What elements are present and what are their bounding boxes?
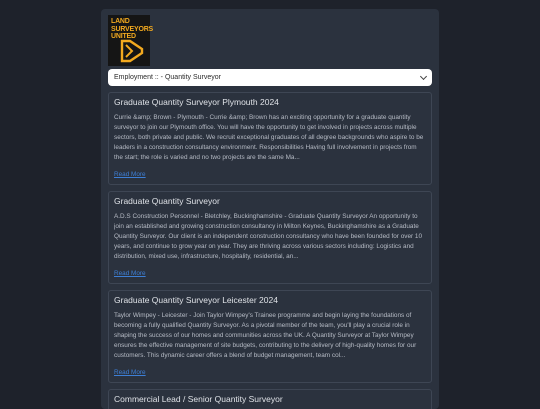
job-description: Currie &amp; Brown - Plymouth - Currie &…: [114, 114, 424, 161]
job-title[interactable]: Graduate Quantity Surveyor Leicester 202…: [114, 295, 426, 305]
chevron-down-icon: [419, 72, 428, 81]
read-more-link[interactable]: Read More: [114, 171, 146, 178]
job-card: Graduate Quantity Surveyor Leicester 202…: [108, 290, 432, 383]
main-panel: LAND SURVEYORS UNITED Employment :: - Qu…: [101, 9, 439, 409]
job-title[interactable]: Commercial Lead / Senior Quantity Survey…: [114, 394, 426, 404]
job-card: Graduate Quantity Surveyor Plymouth 2024…: [108, 92, 432, 185]
job-card: Graduate Quantity Surveyor A.D.S Constru…: [108, 191, 432, 284]
land-surveyors-united-logo[interactable]: LAND SURVEYORS UNITED: [108, 15, 154, 66]
job-title[interactable]: Graduate Quantity Surveyor Plymouth 2024: [114, 97, 426, 107]
job-description: A.D.S Construction Personnel - Bletchley…: [114, 213, 423, 260]
category-filter-select[interactable]: Employment :: - Quantity Surveyor: [108, 69, 432, 86]
read-more-link[interactable]: Read More: [114, 270, 146, 277]
job-card: Commercial Lead / Senior Quantity Survey…: [108, 389, 432, 409]
category-filter-value: Employment :: - Quantity Surveyor: [114, 74, 221, 81]
job-description: Taylor Wimpey - Leicester - Join Taylor …: [114, 312, 417, 359]
read-more-link[interactable]: Read More: [114, 369, 146, 376]
logo-line-1: LAND: [111, 18, 130, 25]
logo-emblem-icon: [120, 39, 144, 63]
logo-line-2: SURVEYORS: [111, 25, 154, 33]
job-title[interactable]: Graduate Quantity Surveyor: [114, 196, 426, 206]
